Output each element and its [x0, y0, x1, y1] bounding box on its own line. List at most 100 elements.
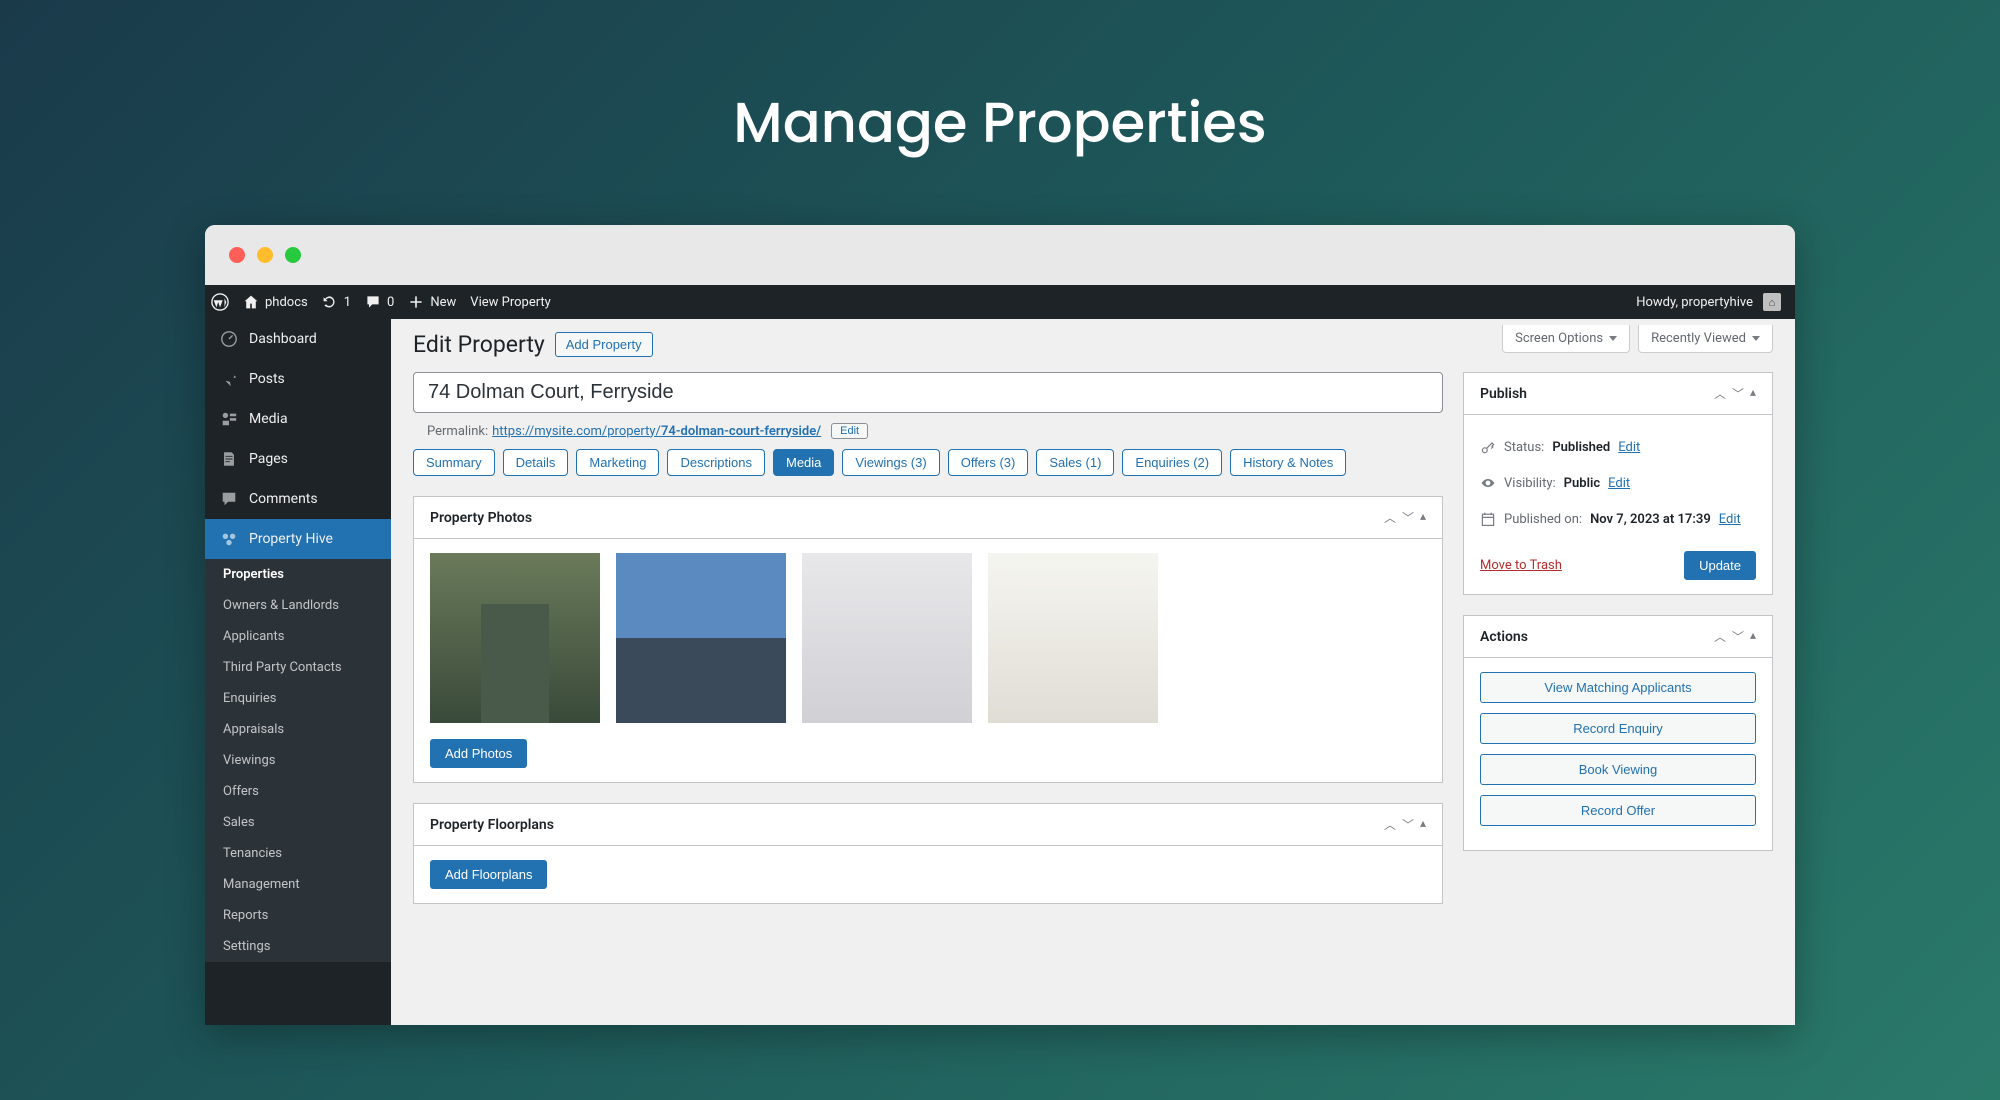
permalink-label: Permalink:: [427, 424, 488, 439]
submenu-applicants[interactable]: Applicants: [205, 621, 391, 652]
submenu-sales[interactable]: Sales: [205, 807, 391, 838]
published-edit-link[interactable]: Edit: [1719, 512, 1741, 527]
tab-offers[interactable]: Offers (3): [948, 449, 1029, 476]
publish-title: Publish: [1480, 386, 1527, 402]
tab-descriptions[interactable]: Descriptions: [667, 449, 765, 476]
comment-icon: [219, 489, 239, 509]
page-icon: [219, 449, 239, 469]
tab-media[interactable]: Media: [773, 449, 834, 476]
collapse-icon[interactable]: ▴: [1750, 628, 1756, 645]
collapse-icon[interactable]: ▴: [1420, 816, 1426, 833]
wp-admin-bar: phdocs 1 0 New View Property Howdy, prop…: [205, 285, 1795, 319]
add-property-button[interactable]: Add Property: [555, 332, 653, 357]
actions-title: Actions: [1480, 629, 1528, 645]
permalink-edit-button[interactable]: Edit: [831, 423, 868, 439]
floorplans-title: Property Floorplans: [430, 817, 554, 833]
book-viewing-button[interactable]: Book Viewing: [1480, 754, 1756, 785]
sidebar-item-media[interactable]: Media: [205, 399, 391, 439]
property-hive-icon: [219, 529, 239, 549]
media-icon: [219, 409, 239, 429]
sidebar-item-dashboard[interactable]: Dashboard: [205, 319, 391, 359]
caret-down-icon: [1609, 336, 1617, 341]
permalink-link[interactable]: https://mysite.com/property/74-dolman-co…: [492, 424, 821, 439]
move-down-icon[interactable]: ﹀: [1402, 509, 1414, 526]
tab-history[interactable]: History & Notes: [1230, 449, 1346, 476]
property-photos-metabox: Property Photos ︿ ﹀ ▴: [413, 496, 1443, 783]
admin-sidebar: Dashboard Posts Media Pages Comments Pro…: [205, 319, 391, 1025]
property-photo-1[interactable]: [430, 553, 600, 723]
sidebar-item-pages[interactable]: Pages: [205, 439, 391, 479]
screen-options-button[interactable]: Screen Options: [1502, 325, 1630, 353]
avatar-icon[interactable]: ⌂: [1763, 293, 1781, 311]
submenu-management[interactable]: Management: [205, 869, 391, 900]
wp-logo-icon[interactable]: [211, 293, 229, 311]
window-close-icon[interactable]: [229, 247, 245, 263]
new-link[interactable]: New: [408, 294, 456, 310]
submenu-owners[interactable]: Owners & Landlords: [205, 590, 391, 621]
window-minimize-icon[interactable]: [257, 247, 273, 263]
tab-details[interactable]: Details: [503, 449, 569, 476]
move-up-icon[interactable]: ︿: [1384, 509, 1396, 526]
view-matching-applicants-button[interactable]: View Matching Applicants: [1480, 672, 1756, 703]
permalink-row: Permalink: https://mysite.com/property/7…: [413, 413, 1443, 449]
sidebar-item-comments[interactable]: Comments: [205, 479, 391, 519]
tab-sales[interactable]: Sales (1): [1036, 449, 1114, 476]
dashboard-icon: [219, 329, 239, 349]
update-button[interactable]: Update: [1684, 551, 1756, 580]
move-down-icon[interactable]: ﹀: [1732, 385, 1744, 402]
move-up-icon[interactable]: ︿: [1384, 816, 1396, 833]
pin-icon: [219, 369, 239, 389]
submenu-settings[interactable]: Settings: [205, 931, 391, 962]
move-to-trash-link[interactable]: Move to Trash: [1480, 558, 1562, 573]
sidebar-submenu: Properties Owners & Landlords Applicants…: [205, 559, 391, 962]
view-property-link[interactable]: View Property: [470, 295, 551, 310]
eye-icon: [1480, 475, 1496, 491]
page-heading: Edit Property: [413, 331, 545, 358]
tabs-row: Summary Details Marketing Descriptions M…: [413, 449, 1443, 476]
move-up-icon[interactable]: ︿: [1714, 628, 1726, 645]
collapse-icon[interactable]: ▴: [1420, 509, 1426, 526]
site-link[interactable]: phdocs: [243, 294, 308, 310]
window-maximize-icon[interactable]: [285, 247, 301, 263]
key-icon: [1480, 439, 1496, 455]
submenu-viewings[interactable]: Viewings: [205, 745, 391, 776]
property-photo-4[interactable]: [988, 553, 1158, 723]
tab-summary[interactable]: Summary: [413, 449, 495, 476]
submenu-tenancies[interactable]: Tenancies: [205, 838, 391, 869]
sidebar-item-property-hive[interactable]: Property Hive: [205, 519, 391, 559]
property-floorplans-metabox: Property Floorplans ︿ ﹀ ▴ Add Floorplans: [413, 803, 1443, 904]
move-down-icon[interactable]: ﹀: [1402, 816, 1414, 833]
actions-metabox: Actions ︿ ﹀ ▴ View Matching Applicants R…: [1463, 615, 1773, 851]
tab-marketing[interactable]: Marketing: [576, 449, 659, 476]
photos-title: Property Photos: [430, 510, 532, 526]
collapse-icon[interactable]: ▴: [1750, 385, 1756, 402]
property-photo-3[interactable]: [802, 553, 972, 723]
publish-metabox: Publish ︿ ﹀ ▴ Status:: [1463, 372, 1773, 595]
status-edit-link[interactable]: Edit: [1618, 440, 1640, 455]
comments-link[interactable]: 0: [365, 294, 394, 310]
submenu-properties[interactable]: Properties: [205, 559, 391, 590]
submenu-appraisals[interactable]: Appraisals: [205, 714, 391, 745]
property-title-input[interactable]: [413, 372, 1443, 413]
tab-enquiries[interactable]: Enquiries (2): [1122, 449, 1222, 476]
hero-title: Manage Properties: [0, 0, 2000, 225]
record-offer-button[interactable]: Record Offer: [1480, 795, 1756, 826]
updates-link[interactable]: 1: [322, 294, 351, 310]
browser-window: phdocs 1 0 New View Property Howdy, prop…: [205, 225, 1795, 1025]
visibility-edit-link[interactable]: Edit: [1608, 476, 1630, 491]
add-photos-button[interactable]: Add Photos: [430, 739, 527, 768]
tab-viewings[interactable]: Viewings (3): [842, 449, 939, 476]
move-down-icon[interactable]: ﹀: [1732, 628, 1744, 645]
submenu-third-party[interactable]: Third Party Contacts: [205, 652, 391, 683]
sidebar-item-posts[interactable]: Posts: [205, 359, 391, 399]
property-photo-2[interactable]: [616, 553, 786, 723]
submenu-enquiries[interactable]: Enquiries: [205, 683, 391, 714]
record-enquiry-button[interactable]: Record Enquiry: [1480, 713, 1756, 744]
recently-viewed-button[interactable]: Recently Viewed: [1638, 325, 1773, 353]
submenu-offers[interactable]: Offers: [205, 776, 391, 807]
howdy-user[interactable]: Howdy, propertyhive: [1636, 295, 1753, 310]
move-up-icon[interactable]: ︿: [1714, 385, 1726, 402]
add-floorplans-button[interactable]: Add Floorplans: [430, 860, 547, 889]
submenu-reports[interactable]: Reports: [205, 900, 391, 931]
browser-chrome: [205, 225, 1795, 285]
